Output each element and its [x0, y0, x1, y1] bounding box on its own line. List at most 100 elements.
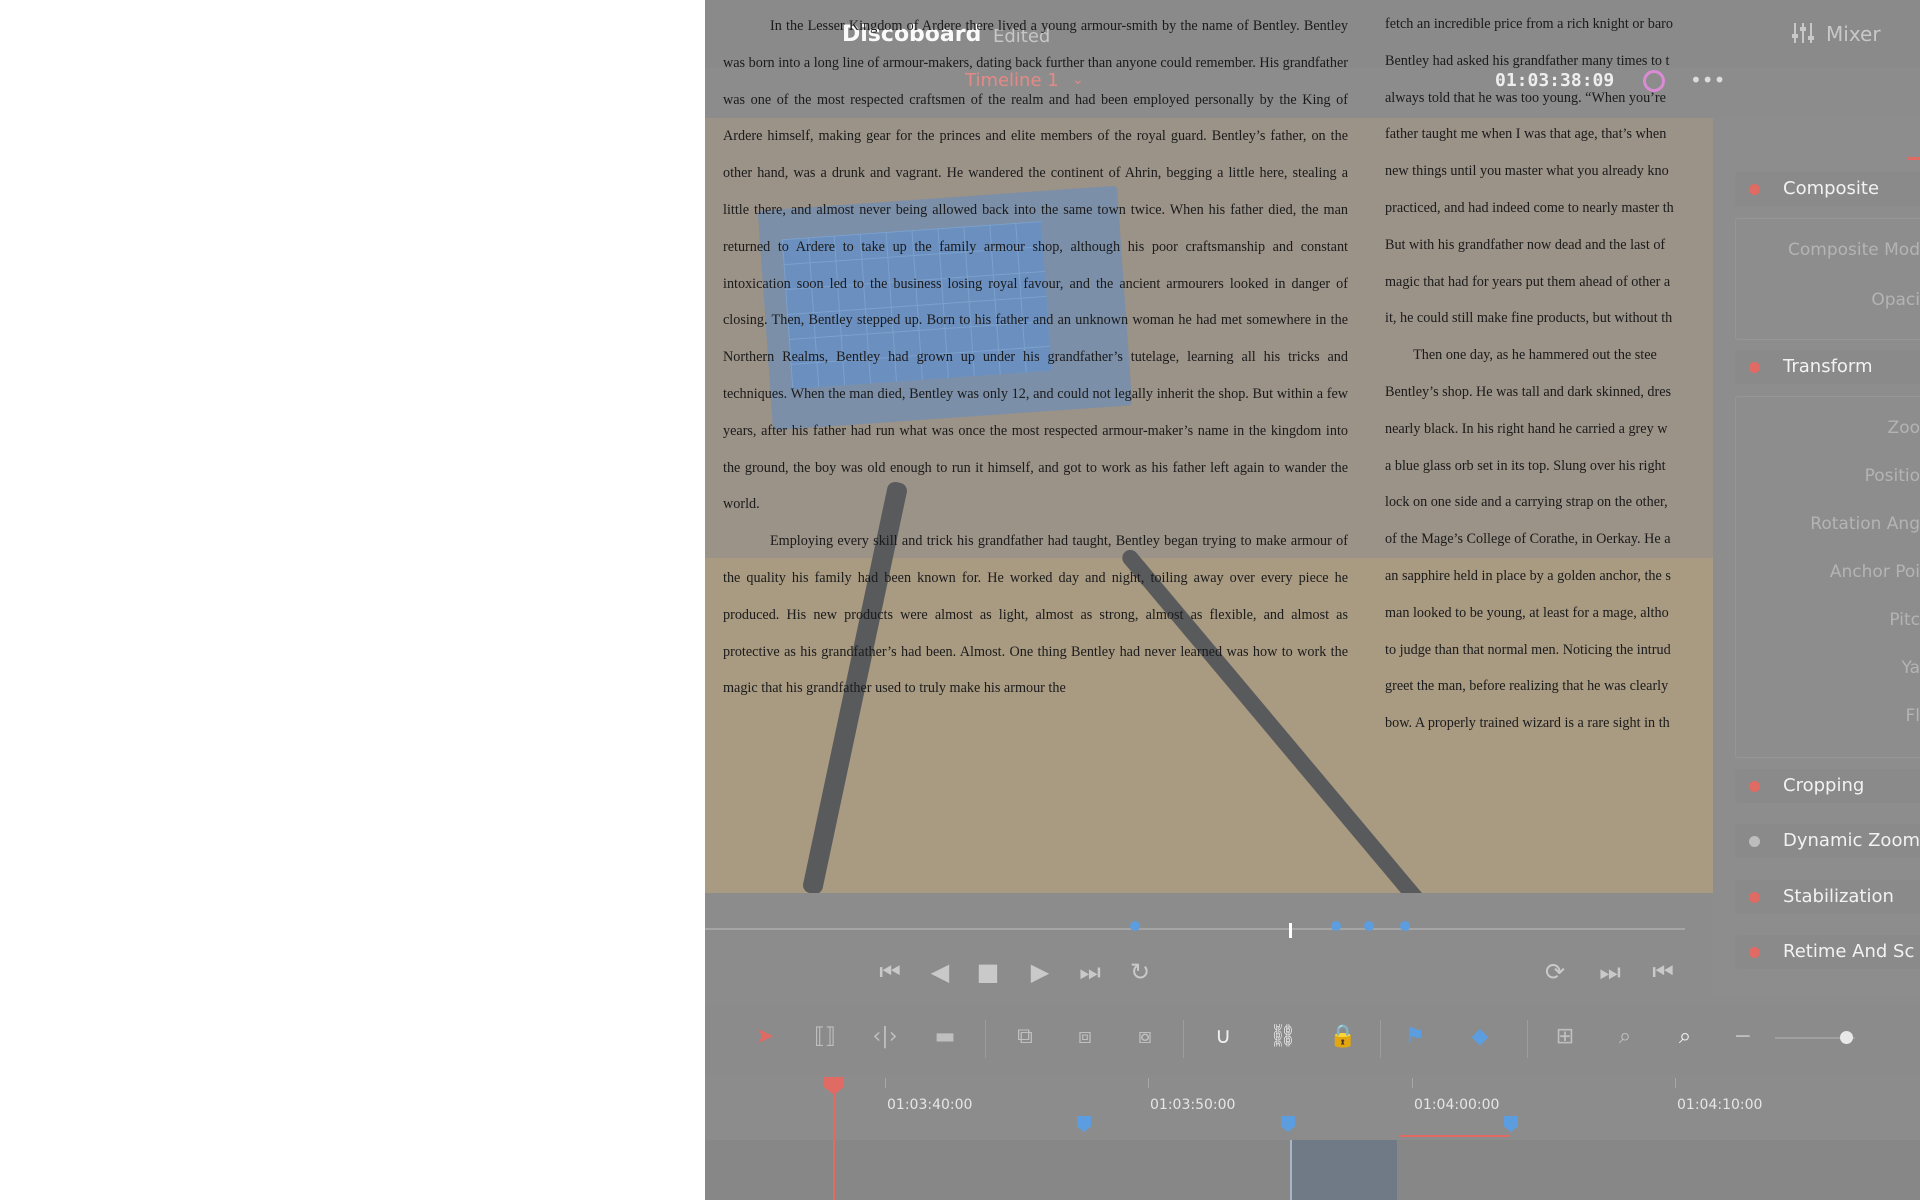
marker-icon[interactable] [1130, 921, 1140, 931]
section-stabilization[interactable]: Stabilization [1735, 880, 1920, 914]
text-line: nearly black. In his right hand he carri… [1385, 420, 1668, 437]
section-label: Composite [1783, 178, 1880, 199]
section-label: Retime And Sc [1783, 941, 1915, 962]
section-transform[interactable]: Transform [1735, 350, 1920, 384]
text-line: it, he could still make fine products, b… [1385, 310, 1673, 327]
ruler-tick [1675, 1078, 1676, 1088]
marker-icon[interactable]: ◆ [1460, 1024, 1500, 1054]
toolbar-divider [1183, 1020, 1184, 1058]
blade-tool-icon[interactable]: ▬ [925, 1024, 965, 1054]
ruler-label: 01:04:10:00 [1677, 1097, 1763, 1113]
prev-edit-icon[interactable]: ⏮ [1643, 958, 1683, 988]
enable-toggle[interactable] [1749, 947, 1760, 958]
prop-label: Pitc [1889, 610, 1920, 630]
prop-label: Positio [1864, 466, 1920, 486]
text-line: an sapphire held in place by a golden an… [1385, 567, 1671, 584]
prop-label: Composite Mod [1788, 240, 1920, 260]
toolbar-divider [1527, 1020, 1528, 1058]
prop-label: Zoo [1887, 418, 1920, 438]
text-line: fetch an incredible price from a rich kn… [1385, 16, 1673, 32]
ruler-label: 01:04:00:00 [1414, 1097, 1500, 1113]
section-cropping[interactable]: Cropping [1735, 769, 1920, 803]
zoom-slider-knob[interactable] [1840, 1031, 1853, 1044]
ruler-label: 01:03:40:00 [887, 1097, 973, 1113]
text-line: lock on one side and a carrying strap on… [1385, 494, 1668, 511]
play-reverse-icon[interactable]: ◀ [920, 958, 960, 988]
loop-icon[interactable]: ↻ [1120, 958, 1160, 988]
enable-toggle[interactable] [1749, 184, 1760, 195]
text-line: greet the man, before realizing that he … [1385, 678, 1669, 695]
ruler-tick [885, 1078, 886, 1088]
viewer-scrub-bar[interactable] [705, 928, 1685, 930]
enable-toggle[interactable] [1749, 362, 1760, 373]
section-label: Stabilization [1783, 886, 1894, 907]
lock-icon[interactable]: 🔒 [1323, 1024, 1363, 1054]
text-line: Bentley had asked his grandfather many t… [1385, 52, 1670, 69]
section-dynamic-zoom[interactable]: Dynamic Zoom [1735, 824, 1920, 858]
zoom-out-icon[interactable]: − [1723, 1024, 1763, 1054]
document-overlay: In the Lesser Kingdom of Ardere there li… [705, 0, 1713, 740]
section-label: Cropping [1783, 775, 1865, 796]
enable-toggle[interactable] [1749, 781, 1760, 792]
replace-clip-icon[interactable]: ⧇ [1125, 1024, 1165, 1054]
text-line: father taught me when I was that age, th… [1385, 126, 1667, 143]
stop-icon[interactable]: ■ [968, 958, 1008, 988]
mixer-button[interactable]: Mixer [1790, 20, 1920, 50]
enable-toggle[interactable] [1749, 892, 1760, 903]
mixer-icon [1792, 23, 1814, 43]
full-extent-zoom-icon[interactable]: ⊞ [1545, 1024, 1585, 1054]
detail-zoom-icon[interactable]: ⌕ [1605, 1024, 1645, 1054]
skip-to-start-icon[interactable]: ⏮ [870, 958, 910, 988]
skip-to-end-icon[interactable]: ⏭ [1070, 958, 1110, 988]
text-line: bow. A properly trained wizard is a rare… [1385, 715, 1670, 732]
linked-selection-icon[interactable]: ⛓ [1263, 1024, 1303, 1054]
clip-selection-line [1400, 1135, 1510, 1137]
prop-label: Fl [1905, 706, 1920, 726]
flag-icon[interactable]: ⚑ [1395, 1024, 1435, 1054]
text-column-left: In the Lesser Kingdom of Ardere there li… [723, 8, 1348, 707]
marker-icon[interactable] [1364, 921, 1374, 931]
composite-props [1735, 218, 1920, 340]
timeline-clip[interactable] [1290, 1140, 1397, 1200]
section-retime-scaling[interactable]: Retime And Sc [1735, 935, 1920, 969]
text-line: man looked to be young, at least for a m… [1385, 604, 1669, 621]
resolve-window: Discoboard Edited Mixer Timeline 1 ⌄ 01:… [705, 0, 1920, 1200]
selection-tool-icon[interactable]: ➤ [745, 1024, 785, 1054]
text-column-right: fetch an incredible price from a rich kn… [1385, 6, 1710, 736]
prop-label: Opaci [1871, 290, 1920, 310]
ruler-tick [1148, 1078, 1149, 1088]
enable-toggle[interactable] [1749, 836, 1760, 847]
toolbar-divider [1380, 1020, 1381, 1058]
dynamic-trim-icon[interactable]: ‹|› [865, 1024, 905, 1054]
custom-zoom-icon[interactable]: ⌕ [1665, 1024, 1705, 1054]
text-line: Bentley’s shop. He was tall and dark ski… [1385, 383, 1672, 400]
text-line: practiced, and had indeed come to nearly… [1385, 199, 1674, 216]
text-line: always told that he was too young. “When… [1385, 89, 1666, 106]
section-composite[interactable]: Composite [1735, 172, 1920, 206]
text-line: of the Mage’s College of Corathe, in Oer… [1385, 531, 1671, 548]
match-frame-icon[interactable]: ⟳ [1535, 958, 1575, 988]
paragraph: Employing every skill and trick his gran… [723, 533, 1348, 697]
inspector-tab-indicator [1908, 157, 1920, 160]
text-line: to judge than that normal men. Noticing … [1385, 641, 1671, 658]
timeline-playhead[interactable] [833, 1078, 835, 1200]
marker-icon[interactable] [1400, 921, 1410, 931]
marker-icon[interactable] [1331, 921, 1341, 931]
text-line: Then one day, as he hammered out the ste… [1385, 347, 1657, 364]
toolbar-divider [985, 1020, 986, 1058]
prop-label: Anchor Poi [1829, 562, 1920, 582]
next-edit-icon[interactable]: ⏭ [1590, 958, 1630, 988]
text-line: But with his grandfather now dead and th… [1385, 236, 1666, 253]
prop-label: Rotation Ang [1810, 514, 1920, 534]
section-label: Transform [1783, 356, 1873, 377]
insert-clip-icon[interactable]: ⧉ [1005, 1024, 1045, 1054]
viewer-playhead[interactable] [1289, 923, 1292, 938]
section-label: Dynamic Zoom [1783, 830, 1920, 851]
snapping-icon[interactable]: ∪ [1203, 1024, 1243, 1054]
play-icon[interactable]: ▶ [1020, 958, 1060, 988]
prop-label: Ya [1901, 658, 1920, 678]
text-line: magic that had for years put them ahead … [1385, 273, 1671, 290]
trim-tool-icon[interactable]: ⟦⟧ [805, 1024, 845, 1054]
overwrite-clip-icon[interactable]: ⧈ [1065, 1024, 1105, 1054]
ruler-tick [1412, 1078, 1413, 1088]
